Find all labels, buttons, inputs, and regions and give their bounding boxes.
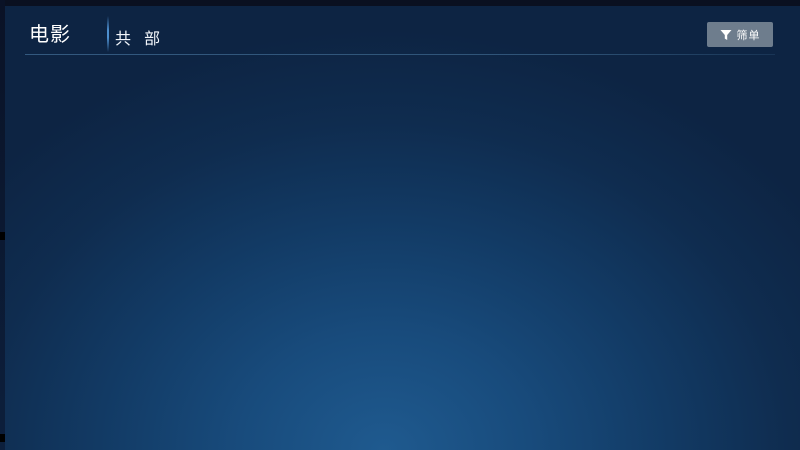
- title-divider: [107, 16, 109, 52]
- content-area: [25, 60, 775, 440]
- left-edge-notch: [0, 434, 5, 442]
- filter-button-label: 筛单: [736, 28, 761, 42]
- left-edge: [0, 0, 5, 450]
- header-divider-line: [25, 54, 775, 55]
- left-edge-notch: [0, 232, 5, 240]
- page-title: 电影: [29, 22, 71, 46]
- category-label: 共 部: [115, 29, 165, 48]
- filter-icon: [720, 29, 731, 40]
- media-browser-screen: 电影 共 部 筛单: [0, 0, 800, 450]
- top-edge: [0, 0, 800, 6]
- filter-button[interactable]: 筛单: [707, 22, 773, 47]
- page-header: 电影 共 部 筛单: [25, 12, 775, 56]
